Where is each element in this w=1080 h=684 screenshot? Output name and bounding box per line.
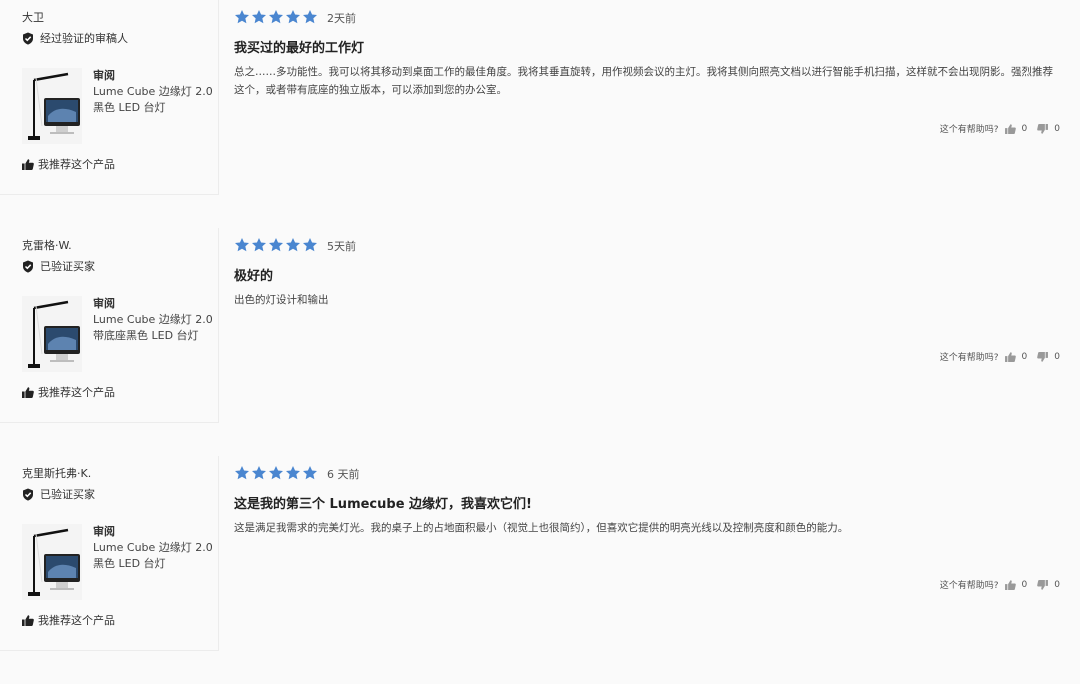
helpful-label: 这个有帮助吗?	[939, 353, 999, 363]
helpful-vote: 这个有帮助吗? 0 0	[940, 350, 1060, 363]
thumbs-down-icon[interactable]	[1037, 579, 1049, 590]
review-date: 5天前	[327, 240, 356, 253]
thumbs-up-icon	[22, 614, 34, 626]
thumbs-up-icon[interactable]	[1004, 579, 1016, 590]
shield-check-icon	[23, 32, 33, 45]
reviewer-name: 大卫	[22, 11, 44, 24]
review-body: 出色的灯设计和输出	[234, 294, 329, 306]
recommend-label: 我推荐这个产品	[38, 386, 115, 399]
product-name-line1[interactable]: Lume Cube 边缘灯 2.0	[93, 84, 213, 100]
star-rating	[234, 465, 318, 481]
product-heading: 审阅	[93, 69, 115, 82]
thumbs-up-icon	[22, 158, 34, 170]
reviewed-product[interactable]: 审阅 Lume Cube 边缘灯 2.0 带底座黑色 LED 台灯	[22, 296, 213, 372]
product-name-line1[interactable]: Lume Cube 边缘灯 2.0	[93, 540, 213, 556]
star-icon	[269, 238, 283, 252]
product-info: 审阅 Lume Cube 边缘灯 2.0 带底座黑色 LED 台灯	[93, 296, 213, 344]
product-image	[22, 68, 82, 144]
helpful-up-count: 0	[1021, 579, 1028, 590]
recommend-note: 我推荐这个产品	[22, 156, 115, 172]
helpful-down-count: 0	[1054, 123, 1060, 134]
product-thumbnail[interactable]	[22, 68, 82, 144]
review-content: 6 天前 这是我的第三个 Lumecube 边缘灯，我喜欢它们! 这是满足我需求…	[234, 456, 1064, 656]
star-icon	[252, 466, 266, 480]
star-icon	[252, 238, 266, 252]
reviewer-panel: 大卫 经过验证的审稿人 审阅 Lume Cube 边缘灯 2.0 黑色 LED …	[0, 0, 219, 195]
review-date: 6 天前	[327, 468, 360, 481]
helpful-label: 这个有帮助吗?	[939, 125, 999, 135]
verified-badge: 已验证买家	[22, 486, 95, 502]
badge-label: 经过验证的审稿人	[40, 32, 128, 45]
reviewed-product[interactable]: 审阅 Lume Cube 边缘灯 2.0 黑色 LED 台灯	[22, 524, 213, 600]
review-content: 5天前 极好的 出色的灯设计和输出 这个有帮助吗? 0 0	[234, 228, 1064, 428]
helpful-vote: 这个有帮助吗? 0 0	[940, 578, 1060, 591]
shield-check-icon	[23, 488, 33, 501]
thumbs-down-icon[interactable]	[1037, 123, 1049, 134]
star-icon	[235, 238, 249, 252]
product-thumbnail[interactable]	[22, 524, 82, 600]
star-icon	[235, 466, 249, 480]
helpful-up-count: 0	[1021, 351, 1028, 362]
product-name-line1[interactable]: Lume Cube 边缘灯 2.0	[93, 312, 213, 328]
reviewer-name: 克里斯托弗·K.	[22, 467, 92, 480]
review-body: 总之……多功能性。我可以将其移动到桌面工作的最佳角度。我将其垂直旋转，用作视频会…	[234, 66, 1053, 96]
reviewed-product[interactable]: 审阅 Lume Cube 边缘灯 2.0 黑色 LED 台灯	[22, 68, 213, 144]
review-card: 克里斯托弗·K. 已验证买家 审阅 Lume Cube 边缘灯 2.0 黑色 L…	[0, 456, 1080, 684]
product-heading: 审阅	[93, 297, 115, 310]
star-icon	[235, 10, 249, 24]
star-icon	[269, 10, 283, 24]
star-icon	[286, 466, 300, 480]
product-name-line2[interactable]: 黑色 LED 台灯	[93, 100, 213, 116]
review-content: 2天前 我买过的最好的工作灯 总之……多功能性。我可以将其移动到桌面工作的最佳角…	[234, 0, 1064, 200]
recommend-label: 我推荐这个产品	[38, 158, 115, 171]
badge-label: 已验证买家	[40, 260, 95, 273]
star-icon	[303, 466, 317, 480]
star-icon	[303, 10, 317, 24]
review-card: 克雷格·W. 已验证买家 审阅 Lume Cube 边缘灯 2.0 带底座黑色 …	[0, 228, 1080, 456]
helpful-down-count: 0	[1054, 351, 1060, 362]
star-icon	[286, 10, 300, 24]
product-name-line2[interactable]: 黑色 LED 台灯	[93, 556, 213, 572]
product-heading: 审阅	[93, 525, 115, 538]
reviewer-panel: 克里斯托弗·K. 已验证买家 审阅 Lume Cube 边缘灯 2.0 黑色 L…	[0, 456, 219, 651]
review-card: 大卫 经过验证的审稿人 审阅 Lume Cube 边缘灯 2.0 黑色 LED …	[0, 0, 1080, 228]
verified-badge: 经过验证的审稿人	[22, 30, 128, 46]
thumbs-up-icon[interactable]	[1004, 351, 1016, 362]
product-image	[22, 524, 82, 600]
review-date: 2天前	[327, 12, 356, 25]
verified-badge: 已验证买家	[22, 258, 95, 274]
product-info: 审阅 Lume Cube 边缘灯 2.0 黑色 LED 台灯	[93, 68, 213, 116]
product-name-line2[interactable]: 带底座黑色 LED 台灯	[93, 328, 213, 344]
star-icon	[252, 10, 266, 24]
thumbs-up-icon	[22, 386, 34, 398]
helpful-up-count: 0	[1021, 123, 1028, 134]
star-icon	[303, 238, 317, 252]
helpful-label: 这个有帮助吗?	[939, 581, 999, 591]
recommend-note: 我推荐这个产品	[22, 612, 115, 628]
star-rating	[234, 9, 318, 25]
reviewer-name: 克雷格·W.	[22, 239, 72, 252]
thumbs-up-icon[interactable]	[1004, 123, 1016, 134]
review-title: 极好的	[234, 269, 274, 284]
star-icon	[286, 238, 300, 252]
helpful-vote: 这个有帮助吗? 0 0	[940, 122, 1060, 135]
shield-check-icon	[23, 260, 33, 273]
review-title: 这是我的第三个 Lumecube 边缘灯，我喜欢它们!	[234, 497, 532, 512]
product-image	[22, 296, 82, 372]
recommend-label: 我推荐这个产品	[38, 614, 115, 627]
helpful-down-count: 0	[1054, 579, 1060, 590]
review-body: 这是满足我需求的完美灯光。我的桌子上的占地面积最小（视觉上也很简约），但喜欢它提…	[234, 522, 849, 534]
recommend-note: 我推荐这个产品	[22, 384, 115, 400]
star-rating	[234, 237, 318, 253]
badge-label: 已验证买家	[40, 488, 95, 501]
product-info: 审阅 Lume Cube 边缘灯 2.0 黑色 LED 台灯	[93, 524, 213, 572]
reviewer-panel: 克雷格·W. 已验证买家 审阅 Lume Cube 边缘灯 2.0 带底座黑色 …	[0, 228, 219, 423]
product-thumbnail[interactable]	[22, 296, 82, 372]
thumbs-down-icon[interactable]	[1037, 351, 1049, 362]
review-title: 我买过的最好的工作灯	[234, 41, 365, 56]
star-icon	[269, 466, 283, 480]
